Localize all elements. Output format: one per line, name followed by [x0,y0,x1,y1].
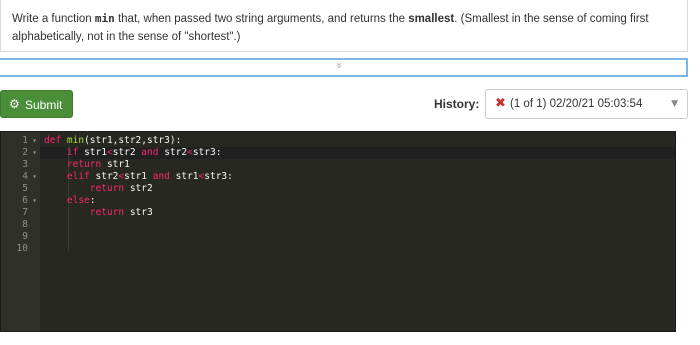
code-line[interactable]: return str1 [44,159,130,171]
line-number-text: 3 [22,159,28,170]
fold-toggle-icon[interactable]: ▾ [32,195,37,207]
code-line[interactable]: if str1<str2 and str2<str3: [44,147,222,159]
prompt-text-part: that, when passed two string arguments, … [114,13,409,25]
line-number: 5 [1,183,40,195]
code-line[interactable]: def min(str1,str2,str3): [44,135,181,147]
history-label: History: [434,97,480,111]
keyword-token: return [89,207,125,218]
keyword-token: else [66,195,90,206]
code-token: str1 [101,159,130,170]
line-number-text: 4 [22,171,28,182]
history-selected-value: (1 of 1) 02/20/21 05:03:54 [510,98,643,110]
chevron-double-down-icon[interactable]: » [333,62,346,69]
problem-prompt: Write a function min that, when passed t… [0,0,688,52]
line-number: 4 ▾ [1,171,40,183]
keyword-token: and [152,171,170,182]
code-token: str2 [158,147,188,158]
line-number-text: 5 [22,183,28,194]
fold-toggle-icon[interactable]: ▾ [32,147,37,159]
submit-button[interactable]: ⚙ Submit [0,90,73,118]
code-line[interactable]: else: [44,195,96,207]
line-number: 7 [1,207,40,219]
keyword-token: return [89,183,125,194]
code-line[interactable]: return str3 [44,207,153,219]
code-editor[interactable]: 1 ▾ 2 ▾ 3 4 ▾ 5 6 ▾ 7 8 9 10 def min(str1,str2,str3):… [0,131,676,332]
line-number: 9 [1,231,40,243]
keyword-token: elif [66,171,90,182]
code-token: : [89,195,96,206]
line-number: 6 ▾ [1,195,40,207]
code-token: str3: [192,147,222,158]
line-number-text: 10 [16,243,28,254]
expand-prompt-bar[interactable]: » [0,58,688,77]
code-token: str1 [169,171,199,182]
keyword-token: def [44,135,67,146]
code-area[interactable]: def min(str1,str2,str3): if str1<str2 an… [42,132,675,331]
prompt-text: Write a function min that, when passed t… [12,10,672,46]
keyword-token: if [66,147,79,158]
history-dropdown[interactable]: ✖ (1 of 1) 02/20/21 05:03:54 ▼ [485,89,688,119]
line-number: 1 ▾ [1,135,40,147]
line-number: 8 [1,219,40,231]
line-number-gutter: 1 ▾ 2 ▾ 3 4 ▾ 5 6 ▾ 7 8 9 10 [1,132,40,331]
keyword-token: return [66,159,102,170]
line-number: 10 [1,243,40,255]
line-number: 3 [1,159,40,171]
gear-icon: ⚙ [9,97,20,111]
prompt-function-name: min [94,12,115,25]
code-token: str3: [204,171,233,182]
line-number-text: 6 [22,195,28,206]
code-token: str2 [112,147,142,158]
code-token: str1 [124,171,153,182]
prompt-emphasis: smallest [408,13,455,25]
fold-toggle-icon[interactable]: ▾ [32,171,37,183]
code-line[interactable]: return str2 [44,183,153,195]
code-token: str1 [78,147,107,158]
code-token: str2 [89,171,119,182]
line-number-text: 9 [22,231,28,242]
line-number-text: 2 [22,147,28,158]
caret-down-icon: ▼ [671,99,678,109]
code-token: (str1,str2,str3): [84,135,182,146]
line-number-text: 7 [22,207,28,218]
fold-toggle-icon[interactable]: ▾ [32,135,37,147]
x-icon: ✖ [495,96,506,111]
line-number: 2 ▾ [1,147,40,159]
line-number-text: 1 [22,135,28,146]
keyword-token: and [141,147,159,158]
code-token: str2 [124,183,153,194]
submit-button-label: Submit [25,98,63,112]
function-name-token: min [66,135,85,146]
prompt-text-part: Write a function [12,13,95,25]
line-number-text: 8 [22,219,28,230]
code-token: str3 [124,207,153,218]
code-line[interactable]: elif str2<str1 and str1<str3: [44,171,233,183]
